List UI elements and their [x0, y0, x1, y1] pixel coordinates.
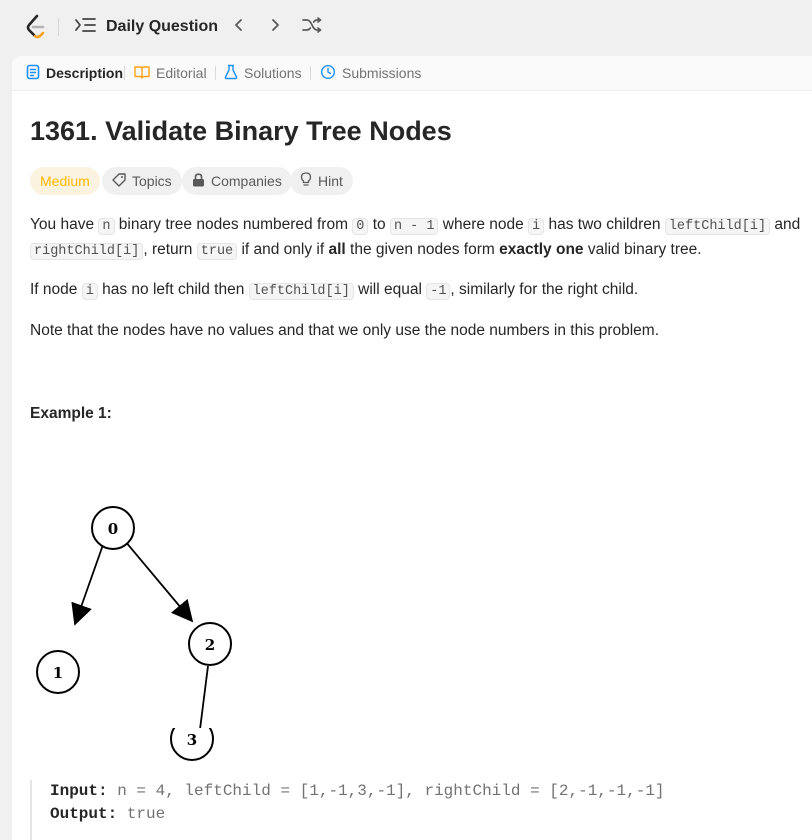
daily-question-label: Daily Question: [106, 18, 219, 35]
tab-solutions[interactable]: Solutions: [224, 56, 302, 90]
tag-icon: [112, 172, 126, 190]
topics-button[interactable]: Topics: [102, 167, 182, 195]
text: to: [368, 216, 390, 233]
inline-code: leftChild[i]: [664, 218, 771, 235]
description-paragraph-3: Note that the nodes have no values and t…: [30, 322, 660, 339]
list-icon: [74, 14, 98, 41]
tab-label: Submissions: [342, 65, 422, 81]
tree-edge: [124, 540, 194, 623]
daily-question-menu[interactable]: Daily Question: [74, 16, 218, 38]
text: has two children: [544, 216, 665, 233]
text: where node: [438, 216, 529, 233]
bold-text: all: [328, 241, 346, 258]
inline-code: -1: [426, 283, 451, 300]
tab-separator: [124, 66, 125, 80]
shuffle-icon: [302, 16, 322, 38]
tree-node-label: 0: [108, 520, 118, 538]
text: valid binary tree.: [583, 241, 702, 258]
description-paragraph-2: If node i has no left child then leftChi…: [30, 278, 802, 303]
input-label: Input:: [50, 782, 108, 800]
book-icon: [134, 65, 150, 82]
inline-code: true: [196, 243, 238, 260]
bold-text: exactly one: [499, 241, 584, 258]
tab-separator: [310, 66, 311, 80]
tab-label: Solutions: [244, 65, 302, 81]
problem-title[interactable]: 1361. Validate Binary Tree Nodes: [30, 116, 452, 147]
inline-code: rightChild[i]: [30, 243, 144, 260]
logo-icon[interactable]: [24, 14, 48, 40]
text: , similarly for the right child.: [450, 281, 639, 298]
random-question-button[interactable]: [301, 16, 323, 38]
lightbulb-icon: [300, 172, 312, 190]
text: if and only if: [237, 241, 329, 258]
text: binary tree nodes numbered from: [114, 216, 353, 233]
chevron-left-icon: [233, 18, 245, 37]
prev-question-button[interactable]: [228, 16, 250, 38]
output-label: Output:: [50, 805, 118, 823]
tree-node-label: 1: [53, 664, 63, 682]
inline-code: i: [528, 218, 545, 235]
pill-label: Companies: [211, 173, 282, 189]
tree-node-2: 2: [188, 622, 232, 666]
tab-label: Editorial: [156, 65, 207, 81]
tab-editorial[interactable]: Editorial: [134, 56, 207, 90]
pill-label: Hint: [318, 173, 343, 189]
top-bar: Daily Question: [0, 0, 812, 54]
divider: [58, 18, 59, 36]
text: has no left child then: [97, 281, 249, 298]
tree-node-3-overlay: 3: [170, 728, 214, 761]
inline-code: i: [81, 283, 98, 300]
chevron-right-icon: [269, 18, 281, 37]
inline-code: 0: [352, 218, 369, 235]
inline-code: leftChild[i]: [248, 283, 354, 300]
output-value: true: [117, 805, 166, 823]
tab-separator: [215, 66, 216, 80]
text: If node: [30, 281, 82, 298]
text: will equal: [353, 281, 427, 298]
text: , return: [143, 241, 197, 258]
tree-edge: [71, 541, 105, 626]
text: You have: [30, 216, 99, 233]
tab-label: Description: [46, 65, 124, 81]
description-panel: Description Editorial Solutions Submissi…: [12, 56, 812, 840]
example-1-title: Example 1:: [30, 405, 112, 422]
example-input-line: Input: n = 4, leftChild = [1,-1,3,-1], r…: [50, 780, 730, 803]
history-icon: [320, 64, 336, 83]
difficulty-badge: Medium: [30, 167, 100, 195]
tab-bar: Description Editorial Solutions Submissi…: [12, 56, 812, 91]
text: and: [770, 216, 801, 233]
tree-node-label: 3: [187, 731, 197, 749]
companies-button[interactable]: Companies: [182, 167, 292, 195]
hint-button[interactable]: Hint: [290, 167, 353, 195]
tree-node-label: 2: [205, 636, 215, 654]
tab-description[interactable]: Description: [26, 56, 123, 90]
example-1-io: Input: n = 4, leftChild = [1,-1,3,-1], r…: [30, 780, 730, 840]
next-question-button[interactable]: [264, 16, 286, 38]
description-paragraph-1: You have n binary tree nodes numbered fr…: [30, 213, 802, 263]
input-value: n = 4, leftChild = [1,-1,3,-1], rightChi…: [107, 782, 665, 800]
example-output-line: Output: true: [50, 803, 730, 826]
example-1-tree-diagram: 0 1 2: [36, 506, 232, 755]
lock-icon: [192, 172, 205, 190]
flask-icon: [224, 64, 238, 83]
tab-submissions[interactable]: Submissions: [320, 56, 421, 90]
description-icon: [26, 64, 40, 83]
difficulty-label: Medium: [40, 173, 90, 189]
tree-node-0: 0: [91, 506, 135, 550]
inline-code: n: [98, 218, 115, 235]
text: the given nodes form: [345, 241, 500, 258]
pill-label: Topics: [132, 173, 172, 189]
tree-node-1: 1: [36, 650, 80, 694]
inline-code: n - 1: [389, 218, 439, 235]
